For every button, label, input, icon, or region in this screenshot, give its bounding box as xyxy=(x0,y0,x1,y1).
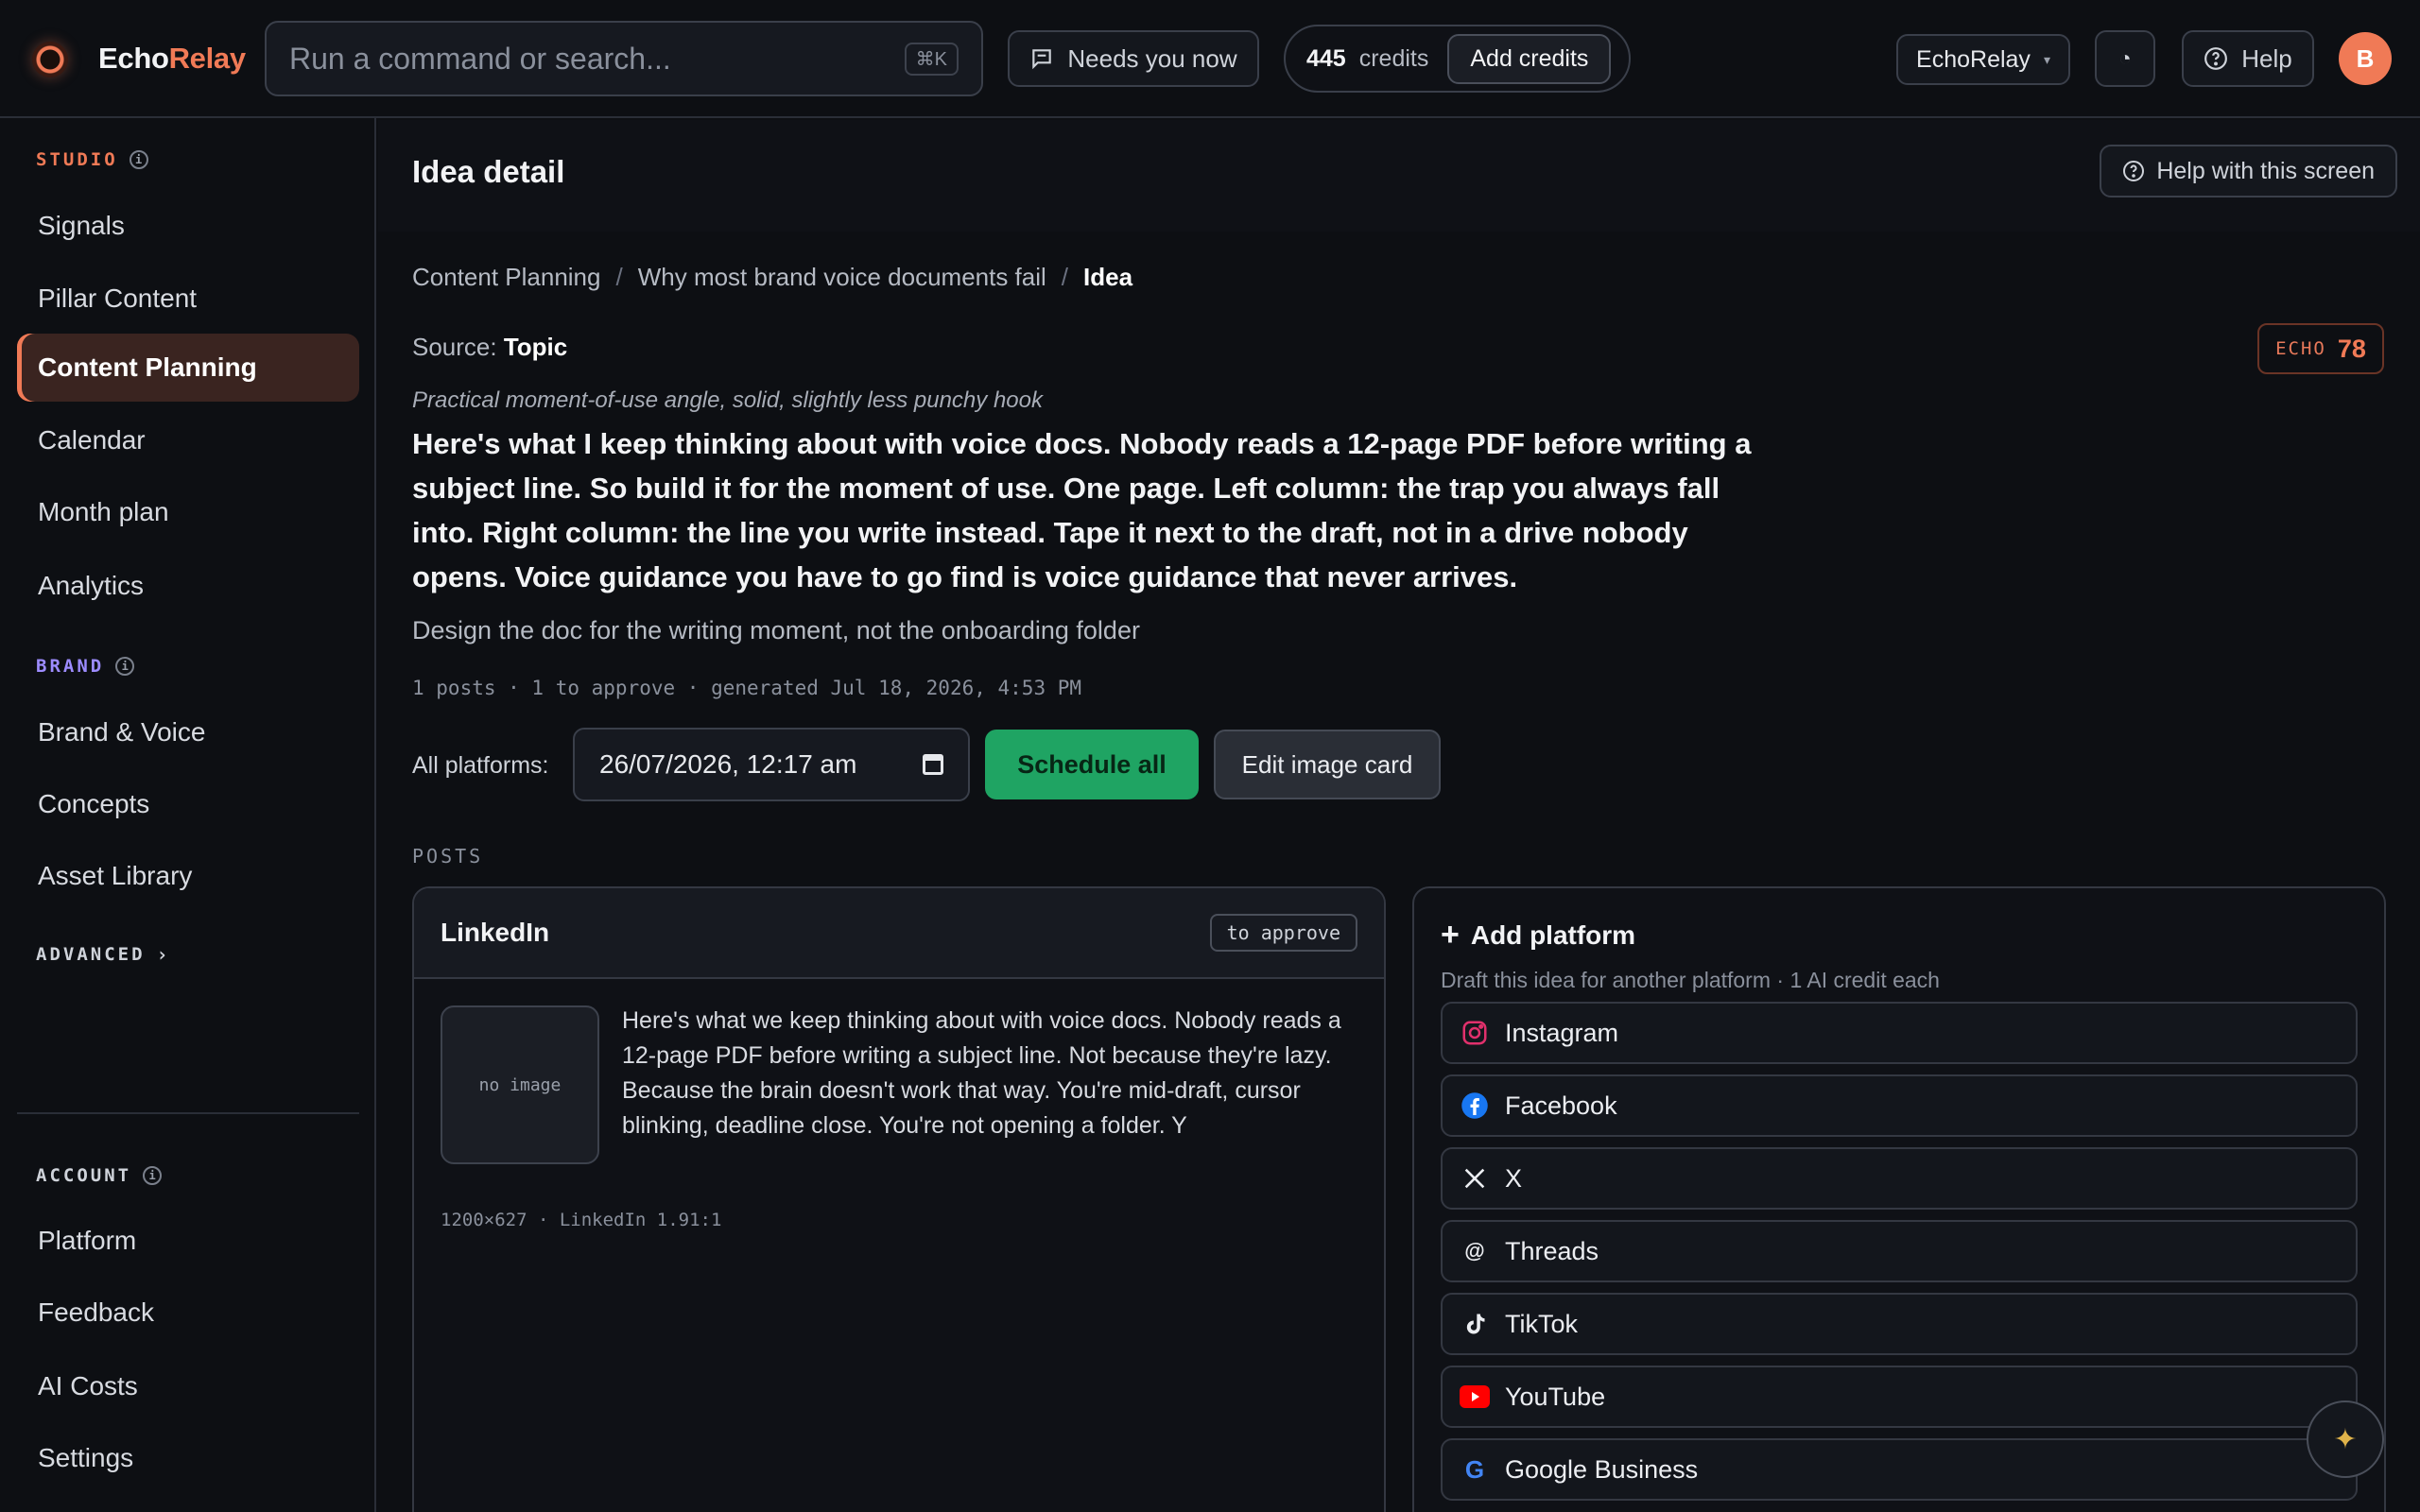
sidebar-item-content-planning[interactable]: Content Planning xyxy=(17,334,359,402)
schedule-all-button[interactable]: Schedule all xyxy=(985,730,1199,799)
sidebar-divider xyxy=(17,1112,359,1114)
sidebar-item-month-plan[interactable]: Month plan xyxy=(17,478,359,546)
all-platforms-label: All platforms: xyxy=(412,752,549,779)
breadcrumb-topic[interactable]: Why most brand voice documents fail xyxy=(638,263,1046,292)
x-icon xyxy=(1460,1163,1490,1194)
section-account: ACCOUNT i xyxy=(36,1165,163,1186)
tiktok-icon xyxy=(1460,1309,1490,1339)
posts-section-label: POSTS xyxy=(412,845,484,868)
instagram-icon xyxy=(1460,1018,1490,1048)
add-platform-threads[interactable]: @ Threads xyxy=(1441,1220,2358,1282)
message-icon xyxy=(1032,49,1052,70)
sidebar-item-calendar[interactable]: Calendar xyxy=(17,406,359,474)
sidebar-item-platform[interactable]: Platform xyxy=(17,1207,359,1275)
breadcrumb: Content Planning / Why most brand voice … xyxy=(412,263,1133,292)
sidebar-item-settings[interactable]: Settings xyxy=(17,1424,359,1492)
help-with-screen-button[interactable]: Help with this screen xyxy=(2100,145,2397,198)
sidebar-item-signals[interactable]: Signals xyxy=(17,192,359,260)
help-button[interactable]: Help xyxy=(2182,30,2314,87)
plus-icon: + xyxy=(1441,917,1460,953)
schedule-datetime-input[interactable]: 26/07/2026, 12:17 am xyxy=(573,728,970,801)
sidebar-item-analytics[interactable]: Analytics xyxy=(17,552,359,620)
sidebar: STUDIO i Signals Pillar Content Content … xyxy=(0,118,376,1512)
post-card-header: LinkedIn to approve xyxy=(414,888,1384,979)
add-platform-panel: + Add platform Draft this idea for anoth… xyxy=(1412,886,2386,1512)
page-title: Idea detail xyxy=(412,154,565,189)
search-input[interactable] xyxy=(289,41,905,77)
brand-logo[interactable]: EchoRelay xyxy=(98,42,246,76)
chevron-down-icon: ▾ xyxy=(2043,51,2050,67)
breadcrumb-current: Idea xyxy=(1083,263,1133,291)
calendar-icon[interactable] xyxy=(923,754,943,775)
workspace-select[interactable]: EchoRelay ▾ xyxy=(1896,34,2070,85)
google-icon: G xyxy=(1464,1454,1485,1484)
search-shortcut: ⌘K xyxy=(904,42,959,76)
idea-angle: Practical moment-of-use angle, solid, sl… xyxy=(412,387,1043,413)
credits-label: credits xyxy=(1358,44,1429,72)
idea-source: Source: Topic xyxy=(412,333,568,361)
sidebar-item-ai-costs[interactable]: AI Costs xyxy=(17,1352,359,1420)
user-avatar[interactable]: B xyxy=(2339,32,2392,85)
sparkle-icon: ✦ xyxy=(2333,1423,2358,1455)
sidebar-item-asset-library[interactable]: Asset Library xyxy=(17,842,359,910)
idea-subline: Design the doc for the writing moment, n… xyxy=(412,616,1140,644)
threads-icon: @ xyxy=(1464,1239,1485,1263)
help-icon xyxy=(2204,47,2228,70)
theme-icon: ◔ xyxy=(2118,46,2132,70)
top-bar: EchoRelay ⌘K Needs you now 445 credits A… xyxy=(0,0,2420,118)
youtube-icon xyxy=(1460,1382,1490,1412)
sidebar-item-concepts[interactable]: Concepts xyxy=(17,770,359,838)
section-studio: STUDIO i xyxy=(36,149,148,170)
idea-hook: Here's what I keep thinking about with v… xyxy=(412,427,1752,593)
info-icon[interactable]: i xyxy=(129,150,148,169)
info-icon[interactable]: i xyxy=(115,657,135,676)
post-platform-name: LinkedIn xyxy=(441,918,550,947)
facebook-icon xyxy=(1460,1091,1490,1121)
status-badge: to approve xyxy=(1209,914,1357,952)
command-search[interactable]: ⌘K xyxy=(265,21,983,96)
credits-widget: 445 credits Add credits xyxy=(1284,25,1631,93)
image-dimensions: 1200×627 · LinkedIn 1.91:1 xyxy=(441,1210,722,1230)
info-icon[interactable]: i xyxy=(143,1166,163,1185)
add-platform-facebook[interactable]: Facebook xyxy=(1441,1074,2358,1137)
echo-score-badge: ECHO 78 xyxy=(2257,323,2384,374)
add-platform-title: + Add platform xyxy=(1441,917,1636,953)
post-card-linkedin[interactable]: LinkedIn to approve no image Here's what… xyxy=(412,886,1386,1512)
image-placeholder[interactable]: no image xyxy=(441,1005,599,1164)
credits-count: 445 xyxy=(1306,44,1346,72)
add-platform-tiktok[interactable]: TikTok xyxy=(1441,1293,2358,1355)
page-header: Idea detail Help with this screen xyxy=(378,120,2420,232)
section-brand: BRAND i xyxy=(36,656,135,677)
add-platform-subtitle: Draft this idea for another platform · 1… xyxy=(1441,968,1940,992)
edit-image-card-button[interactable]: Edit image card xyxy=(1214,730,1441,799)
assistant-fab-button[interactable]: ✦ xyxy=(2307,1400,2384,1478)
sidebar-item-feedback[interactable]: Feedback xyxy=(17,1279,359,1347)
section-advanced[interactable]: ADVANCED › xyxy=(36,943,171,966)
add-platform-youtube[interactable]: YouTube xyxy=(1441,1366,2358,1428)
add-platform-x[interactable]: X xyxy=(1441,1147,2358,1210)
idea-meta: 1 posts · 1 to approve · generated Jul 1… xyxy=(412,677,1082,699)
add-platform-instagram[interactable]: Instagram xyxy=(1441,1002,2358,1064)
sidebar-item-brand-voice[interactable]: Brand & Voice xyxy=(17,698,359,766)
breadcrumb-content-planning[interactable]: Content Planning xyxy=(412,263,600,292)
sidebar-item-pillar-content[interactable]: Pillar Content xyxy=(17,265,359,333)
help-icon xyxy=(2123,161,2145,181)
needs-you-now-button[interactable]: Needs you now xyxy=(1008,30,1259,87)
add-platform-google-business[interactable]: G Google Business xyxy=(1441,1438,2358,1501)
post-body-text: Here's what we keep thinking about with … xyxy=(622,1007,1341,1139)
logo-icon xyxy=(32,42,68,77)
add-credits-button[interactable]: Add credits xyxy=(1447,33,1612,84)
chevron-right-icon: › xyxy=(156,943,171,966)
theme-toggle-button[interactable]: ◔ xyxy=(2095,30,2155,87)
